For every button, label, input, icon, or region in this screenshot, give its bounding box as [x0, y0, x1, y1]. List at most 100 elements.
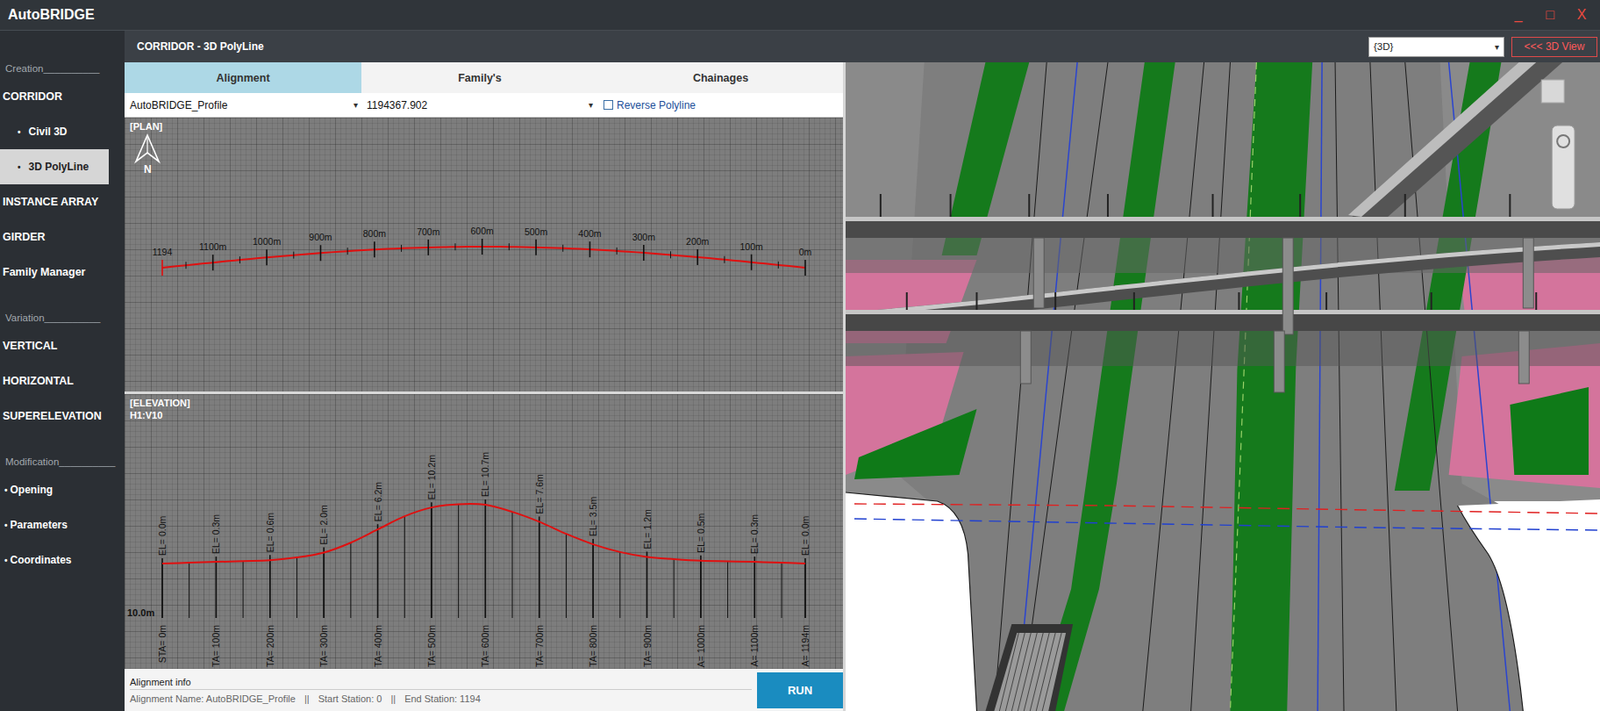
sidebar-item[interactable]: •3D PolyLine	[0, 149, 109, 185]
profile-bar	[350, 542, 351, 618]
station-mark: EL= 6.2mTA= 400m	[372, 481, 384, 667]
station-label: 0m	[799, 246, 813, 258]
plan-chart: [PLAN]N11941100m1000m900m800m700m600m500…	[124, 117, 843, 392]
run-button[interactable]: RUN	[757, 671, 843, 708]
bridge-pier	[1033, 237, 1044, 308]
station-value: TA= 700m	[534, 624, 545, 667]
minor-tick	[616, 247, 618, 255]
alignment-select[interactable]: AutoBRIDGE_Profile▾	[126, 95, 362, 115]
station-marker: 900m	[308, 231, 333, 261]
minor-tick	[185, 261, 187, 269]
light-pole	[906, 292, 908, 310]
station-line	[485, 499, 487, 618]
reverse-polyline-checkbox[interactable]: Reverse Polyline	[598, 99, 696, 112]
dropdown-arrow-icon: ▾	[588, 100, 593, 110]
station-tick	[212, 254, 215, 271]
maximize-button[interactable]: □	[1543, 7, 1557, 23]
bridge-rail	[845, 216, 1600, 222]
3d-view-button[interactable]: <<< 3D View	[1511, 36, 1598, 58]
separator: ||	[390, 692, 396, 704]
elevation-value: EL= 6.2m	[372, 481, 384, 522]
station-label: 1100m	[199, 241, 228, 252]
station-mark: EL= 3.5mTA= 800m	[587, 496, 599, 667]
green-area	[1509, 386, 1589, 475]
sidebar-item[interactable]: •Coordinates	[0, 542, 125, 578]
light-pole	[1212, 193, 1215, 217]
checkbox-box[interactable]	[603, 100, 614, 110]
minor-tick	[508, 242, 510, 250]
station-value: STA= 0m	[157, 624, 168, 664]
station-line	[215, 556, 218, 618]
tab[interactable]: Alignment	[124, 62, 362, 93]
elevation-view: [ELEVATION]H1:V10EL= 0.0mSTA= 0mEL= 0.3m…	[124, 393, 843, 669]
verge-area	[845, 492, 977, 711]
station-label: 100m	[739, 241, 764, 252]
station-line	[161, 557, 164, 618]
sidebar-item[interactable]: INSTANCE ARRAY	[0, 184, 125, 220]
sidebar-item[interactable]: •Civil 3D	[0, 114, 125, 150]
light-pole	[1325, 292, 1328, 310]
station-value: A= 1100m	[749, 624, 760, 667]
tab[interactable]: Chainages	[598, 62, 843, 93]
bridge-pier	[1522, 237, 1534, 308]
station-value: TA= 800m	[587, 624, 599, 667]
section-line	[854, 503, 1600, 514]
header-title: CORRIDOR - 3D PolyLine	[136, 40, 265, 53]
alignment-info-line: Alignment Name: AutoBRIDGE_Profile||Star…	[129, 692, 752, 704]
main-area: CORRIDOR - 3D PolyLine {3D}▾ <<< 3D View Al…	[124, 30, 1600, 711]
sidebar-item[interactable]: Family Manager	[0, 254, 125, 290]
separator: ||	[304, 692, 310, 704]
lane-line	[1370, 62, 1397, 711]
header-bar: CORRIDOR - 3D PolyLine {3D}▾ <<< 3D View	[124, 30, 1600, 63]
station-value: TA= 500m	[426, 624, 437, 667]
view-select[interactable]: {3D}▾	[1368, 36, 1505, 58]
station-tick	[642, 244, 645, 261]
road-edge-line	[1317, 62, 1322, 711]
light-pole	[975, 292, 978, 310]
light-pole	[1237, 292, 1240, 310]
tab[interactable]: Family's	[361, 62, 599, 93]
station-tick	[481, 238, 484, 255]
station-mark: EL= 1.2mTA= 900m	[642, 508, 653, 667]
alignment-polyline	[162, 246, 806, 268]
kerb-line	[1457, 505, 1524, 711]
close-button[interactable]: X	[1575, 7, 1588, 23]
station-label: 900m	[308, 231, 333, 243]
alignment-info-title: Alignment info	[129, 676, 752, 690]
polyline-select[interactable]: 1194367.902▾	[363, 95, 597, 115]
bullet-icon: •	[4, 555, 8, 565]
sidebar: Creation__________CORRIDOR•Civil 3D•3D P…	[0, 30, 125, 711]
sidebar-item[interactable]: CORRIDOR	[0, 78, 125, 115]
sidebar-item[interactable]: HORIZONTAL	[0, 363, 125, 399]
minor-tick	[562, 244, 564, 252]
green-median	[1033, 62, 1175, 711]
bridge-rail	[845, 309, 1600, 315]
station-tick	[161, 259, 164, 276]
station-value: TA= 900m	[642, 624, 653, 667]
station-mark: EL= 0.0mA= 1194m	[800, 515, 811, 667]
minimize-button[interactable]: _	[1512, 7, 1525, 23]
scale-label: H1:V10	[129, 409, 163, 421]
elevation-value: EL= 10.7m	[479, 451, 491, 497]
sidebar-item[interactable]: VERTICAL	[0, 328, 125, 364]
minor-tick	[670, 250, 672, 258]
station-marker: 300m	[632, 231, 657, 261]
sidebar-item[interactable]: SUPERELEVATION	[0, 398, 125, 434]
sidebar-item[interactable]: •Opening	[0, 471, 125, 508]
profile-bar	[188, 562, 190, 618]
profile-bar	[457, 503, 459, 618]
light-pole	[879, 193, 882, 217]
sidebar-item[interactable]: GIRDER	[0, 219, 125, 255]
light-pole	[1535, 292, 1537, 310]
station-tick	[427, 239, 429, 256]
sidebar-section-label: Variation__________	[0, 307, 125, 329]
elevation-value: EL= 0.5m	[695, 512, 707, 552]
elevation-value: EL= 0.3m	[210, 514, 222, 554]
station-marker: 700m	[416, 226, 441, 256]
station-marker: 200m	[685, 235, 710, 265]
alignment-info-item: Alignment Name: AutoBRIDGE_Profile	[129, 692, 296, 704]
station-marker: 1194	[152, 246, 173, 276]
minor-tick	[454, 242, 456, 250]
sidebar-item[interactable]: •Parameters	[0, 507, 125, 543]
station-mark: EL= 10.7mTA= 600m	[479, 451, 491, 667]
